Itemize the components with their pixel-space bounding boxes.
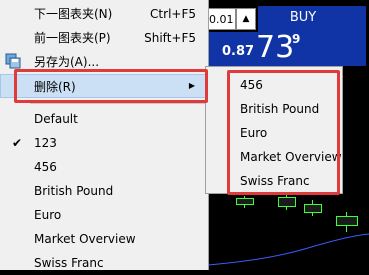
volume-spin-up-button[interactable]: ▲ [236, 8, 256, 30]
menu-item-profile-swiss-franc[interactable]: Swiss Franc [0, 251, 208, 275]
context-menu: 下一图表夹(N) Ctrl+F5 前一图表夹(P) Shift+F5 另存为(A… [0, 0, 209, 270]
menu-item-profile-market-overview[interactable]: Market Overview [0, 227, 208, 251]
candle [278, 197, 296, 207]
volume-input[interactable]: 0.01 [206, 8, 236, 30]
candle [304, 204, 322, 213]
menu-item-label: 123 [34, 136, 57, 150]
menu-item-profile-default[interactable]: Default [0, 107, 208, 131]
menu-item-label: Default [34, 112, 78, 126]
menu-item-profile-euro[interactable]: Euro [0, 203, 208, 227]
menu-item-next-profile[interactable]: 下一图表夹(N) Ctrl+F5 [0, 2, 208, 26]
menu-item-label: Market Overview [34, 232, 136, 246]
menu-item-label: Euro [34, 208, 62, 222]
menu-separator [30, 103, 206, 104]
highlight-box-submenu [227, 70, 340, 195]
buy-price-superscript: 9 [292, 32, 301, 46]
chart-ma-line [208, 233, 369, 266]
buy-label: BUY [289, 10, 317, 25]
menu-item-label: 456 [34, 160, 57, 174]
highlight-box-delete [14, 69, 208, 103]
buy-price-big: 73 [256, 30, 295, 65]
candle [236, 198, 254, 205]
menu-item-profile-british-pound[interactable]: British Pound [0, 179, 208, 203]
menu-item-label: Swiss Franc [34, 256, 104, 270]
menu-item-profile-456[interactable]: 456 [0, 155, 208, 179]
checkmark-icon: ✔ [12, 136, 23, 150]
menu-item-label: 下一图表夹(N) [34, 7, 113, 21]
menu-item-label: British Pound [34, 184, 114, 198]
menu-item-previous-profile[interactable]: 前一图表夹(P) Shift+F5 [0, 26, 208, 50]
menu-item-shortcut: Shift+F5 [144, 31, 196, 45]
buy-price-prefix: 0.87 [222, 44, 255, 59]
menu-item-profile-123[interactable]: ✔ 123 [0, 131, 208, 155]
menu-item-shortcut: Ctrl+F5 [150, 7, 196, 21]
menu-item-label: 前一图表夹(P) [34, 31, 111, 45]
